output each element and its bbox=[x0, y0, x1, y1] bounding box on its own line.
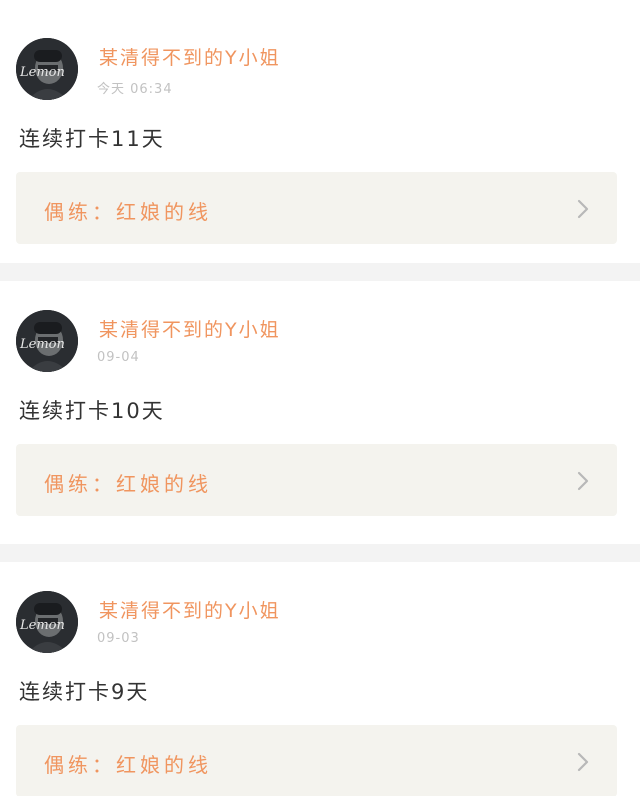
practice-title: 偶练：红娘的线 bbox=[44, 200, 212, 224]
timestamp: 09-03 bbox=[97, 631, 140, 646]
post-separator bbox=[0, 263, 640, 281]
avatar[interactable]: Lemon bbox=[16, 591, 78, 653]
feed-post: Lemon 某清得不到的Y小姐 09-03 连续打卡9天 偶练：红娘的线 bbox=[0, 562, 640, 796]
chevron-right-icon bbox=[577, 199, 589, 219]
post-separator bbox=[0, 544, 640, 562]
post-content: 连续打卡9天 bbox=[19, 680, 150, 704]
practice-title: 偶练：红娘的线 bbox=[44, 472, 212, 496]
feed-post: Lemon 某清得不到的Y小姐 今天 06:34 连续打卡11天 偶练：红娘的线 bbox=[0, 0, 640, 263]
practice-link-card[interactable]: 偶练：红娘的线 bbox=[16, 172, 617, 244]
post-content: 连续打卡10天 bbox=[19, 399, 165, 423]
post-content: 连续打卡11天 bbox=[19, 127, 165, 151]
avatar-image: Lemon bbox=[16, 310, 78, 372]
timestamp: 今天 06:34 bbox=[97, 82, 173, 97]
feed-post: Lemon 某清得不到的Y小姐 09-04 连续打卡10天 偶练：红娘的线 bbox=[0, 281, 640, 544]
username[interactable]: 某清得不到的Y小姐 bbox=[99, 315, 281, 342]
avatar-overlay-text: Lemon bbox=[19, 618, 65, 633]
chevron-right-icon bbox=[577, 752, 589, 772]
timestamp: 09-04 bbox=[97, 350, 140, 365]
username[interactable]: 某清得不到的Y小姐 bbox=[99, 43, 281, 70]
chevron-right-icon bbox=[577, 471, 589, 491]
avatar[interactable]: Lemon bbox=[16, 310, 78, 372]
practice-title: 偶练：红娘的线 bbox=[44, 753, 212, 777]
practice-link-card[interactable]: 偶练：红娘的线 bbox=[16, 444, 617, 516]
avatar[interactable]: Lemon bbox=[16, 38, 78, 100]
practice-link-card[interactable]: 偶练：红娘的线 bbox=[16, 725, 617, 796]
avatar-image: Lemon bbox=[16, 38, 78, 100]
username[interactable]: 某清得不到的Y小姐 bbox=[99, 596, 281, 623]
avatar-image: Lemon bbox=[16, 591, 78, 653]
checkin-feed: Lemon 某清得不到的Y小姐 今天 06:34 连续打卡11天 偶练：红娘的线… bbox=[0, 0, 640, 796]
avatar-overlay-text: Lemon bbox=[19, 65, 65, 80]
avatar-overlay-text: Lemon bbox=[19, 337, 65, 352]
